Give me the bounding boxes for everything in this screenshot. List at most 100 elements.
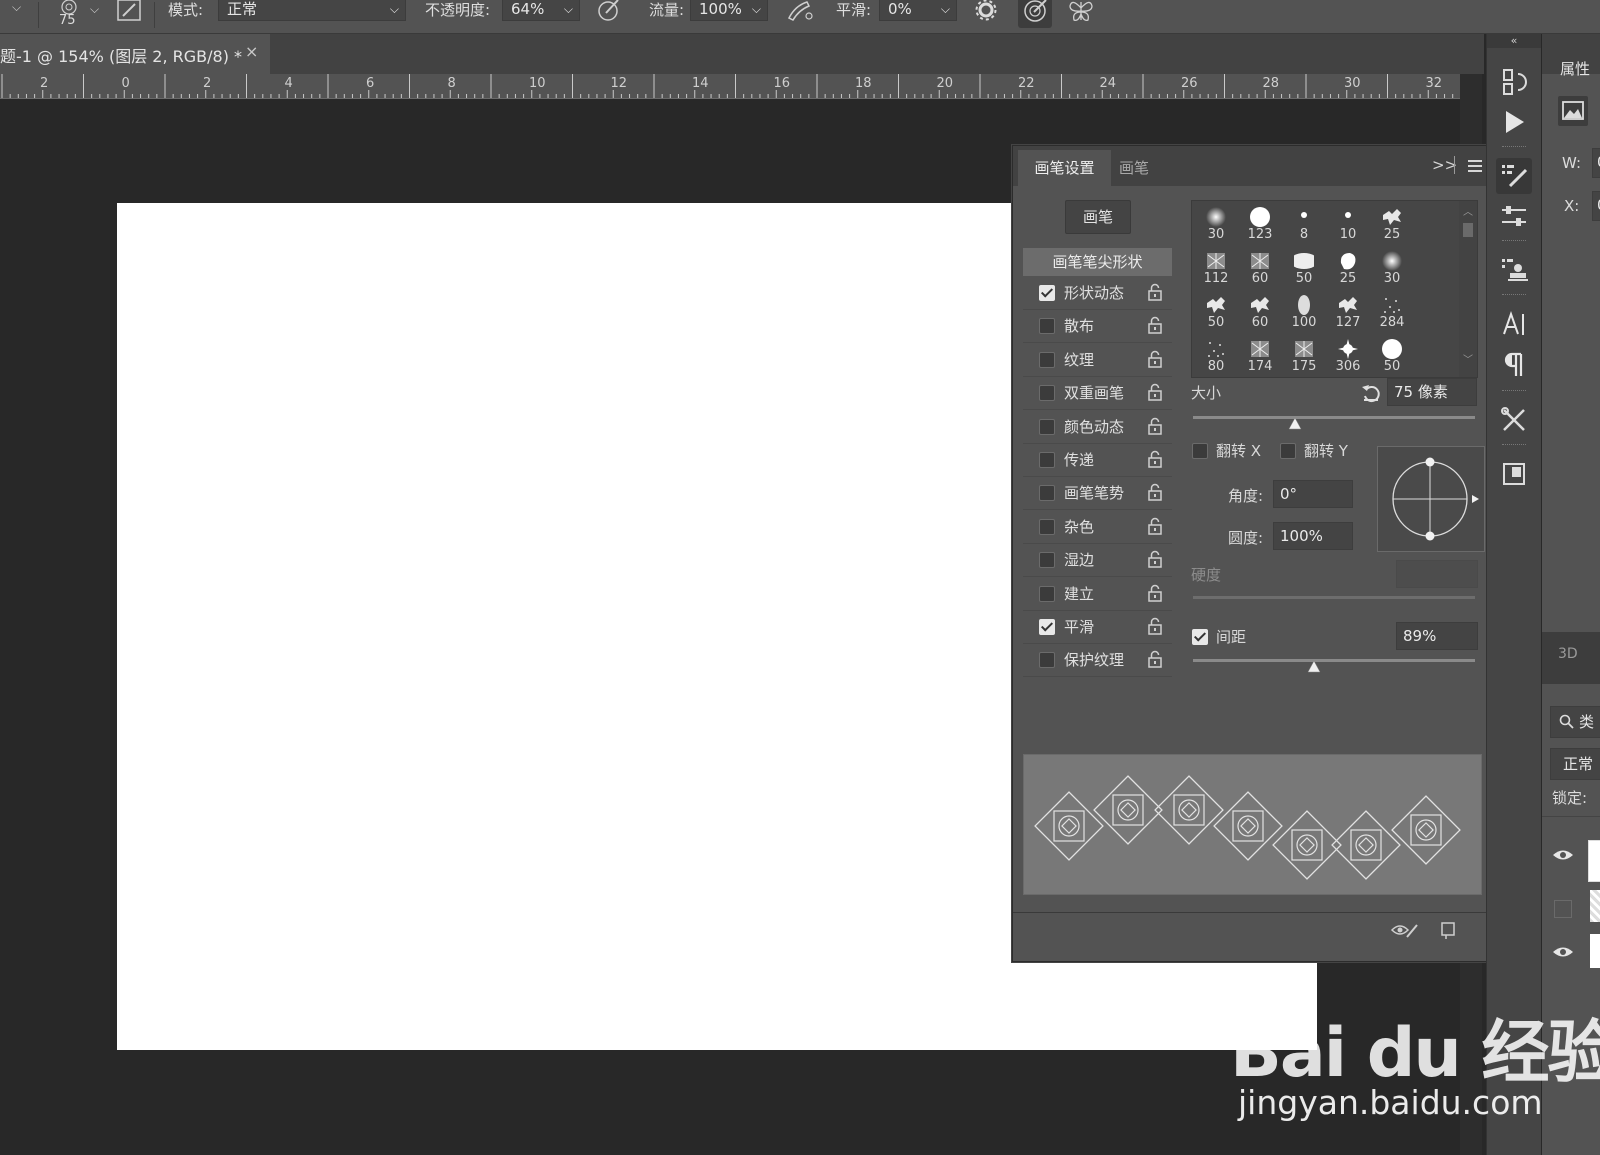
- brush-preset-tile[interactable]: 30: [1370, 247, 1414, 291]
- brush-preset-tile[interactable]: 306: [1326, 335, 1370, 377]
- presets-scrollbar[interactable]: ︿ ﹀: [1459, 201, 1477, 377]
- brush-preset-tile[interactable]: 127: [1326, 291, 1370, 335]
- brushes-button[interactable]: 画笔: [1065, 200, 1131, 234]
- option-checkbox[interactable]: [1039, 485, 1055, 502]
- tab-brushes[interactable]: 画笔: [1119, 150, 1149, 186]
- option-checkbox[interactable]: [1039, 619, 1055, 635]
- width-input[interactable]: 0: [1592, 148, 1600, 178]
- layer-filter-search[interactable]: 类: [1550, 706, 1600, 738]
- spacing-slider-thumb[interactable]: [1307, 661, 1321, 673]
- brush-option-item[interactable]: 双重画笔: [1023, 378, 1172, 408]
- collapse-dock-icon[interactable]: «: [1487, 34, 1541, 48]
- brush-preset-tile[interactable]: 50: [1282, 247, 1326, 291]
- new-brush-preset-button[interactable]: [1438, 919, 1460, 941]
- brush-settings-panel-button[interactable]: [1496, 158, 1532, 194]
- brush-option-item[interactable]: 湿边: [1023, 545, 1172, 575]
- brush-option-item[interactable]: 平滑: [1023, 612, 1172, 642]
- layer-visibility-toggle[interactable]: [1552, 848, 1574, 862]
- layer-thumbnail[interactable]: [1590, 934, 1600, 968]
- option-checkbox[interactable]: [1039, 652, 1055, 669]
- size-slider-track[interactable]: [1193, 416, 1475, 419]
- grip[interactable]: [1502, 390, 1526, 394]
- option-checkbox[interactable]: [1039, 452, 1055, 468]
- opacity-input[interactable]: 64% ⌵: [502, 0, 580, 21]
- scroll-thumb[interactable]: [1463, 223, 1473, 237]
- tab-3d[interactable]: 3D: [1558, 646, 1578, 662]
- brush-option-item[interactable]: 形状动态: [1023, 278, 1172, 308]
- spacing-input[interactable]: 89%: [1396, 622, 1478, 650]
- clone-source-button[interactable]: [1496, 252, 1532, 288]
- chevron-up-icon[interactable]: ︿: [1463, 203, 1473, 218]
- pixel-layer-properties-button[interactable]: [1558, 96, 1588, 126]
- brush-tip-presets[interactable]: 30 123 8 10 25 112 60 50 25 30 50 60 100 127 284 80 174 1…: [1191, 200, 1478, 378]
- toggle-brush-panel-button[interactable]: [116, 0, 144, 24]
- chevron-down-icon[interactable]: ﹀: [1463, 351, 1473, 366]
- lock-icon[interactable]: [1147, 450, 1163, 468]
- tool-presets-button[interactable]: [1496, 402, 1532, 438]
- brush-preset-tile[interactable]: 112: [1194, 247, 1238, 291]
- airbrush-button[interactable]: [785, 0, 815, 24]
- brush-preset-tile[interactable]: 100: [1282, 291, 1326, 335]
- brush-preset-tile[interactable]: 25: [1370, 203, 1414, 247]
- tool-preset-dropdown-icon[interactable]: ⌵: [12, 0, 21, 15]
- lock-icon[interactable]: [1147, 584, 1163, 602]
- symmetry-button[interactable]: [1066, 0, 1096, 26]
- spacing-slider-track[interactable]: [1193, 659, 1475, 662]
- paragraph-panel-button[interactable]: [1496, 346, 1532, 382]
- libraries-panel-button[interactable]: [1496, 456, 1532, 492]
- lock-icon[interactable]: [1147, 316, 1163, 335]
- character-panel-button[interactable]: [1496, 306, 1532, 342]
- flow-input[interactable]: 100% ⌵: [690, 0, 768, 21]
- tab-brush-settings[interactable]: 画笔设置: [1018, 150, 1111, 186]
- reset-size-button[interactable]: [1360, 382, 1382, 404]
- brush-option-item[interactable]: 颜色动态: [1023, 412, 1172, 442]
- grip[interactable]: [1502, 240, 1526, 244]
- brush-preset-tile[interactable]: 8: [1282, 203, 1326, 247]
- angle-roundness-widget[interactable]: [1377, 446, 1485, 552]
- lock-icon[interactable]: [1147, 517, 1163, 535]
- option-checkbox[interactable]: [1039, 351, 1055, 368]
- option-checkbox[interactable]: [1039, 318, 1055, 335]
- brush-option-item[interactable]: 杂色: [1023, 512, 1172, 542]
- brush-option-item[interactable]: 建立: [1023, 579, 1172, 609]
- lock-icon[interactable]: [1147, 283, 1163, 301]
- lock-icon[interactable]: [1147, 550, 1163, 568]
- x-input[interactable]: 0: [1592, 191, 1600, 221]
- brush-preset-tile[interactable]: 50: [1370, 335, 1414, 377]
- brush-preset-tile[interactable]: 284: [1370, 291, 1414, 335]
- option-checkbox[interactable]: [1039, 418, 1055, 435]
- roundness-input[interactable]: 100%: [1273, 522, 1353, 550]
- option-checkbox[interactable]: [1039, 518, 1055, 535]
- lock-icon[interactable]: [1147, 350, 1163, 368]
- opacity-pressure-button[interactable]: [596, 0, 622, 24]
- lock-icon[interactable]: [1147, 617, 1163, 635]
- brush-preset-tile[interactable]: 25: [1326, 247, 1370, 291]
- lock-icon[interactable]: [1147, 483, 1163, 502]
- lock-icon[interactable]: [1147, 650, 1163, 669]
- brush-preset-tile[interactable]: 50: [1194, 291, 1238, 335]
- smoothing-input[interactable]: 0% ⌵: [879, 0, 957, 21]
- blend-mode-select[interactable]: 正常: [1550, 748, 1600, 780]
- brush-preset-dropdown-icon[interactable]: ⌵: [90, 2, 99, 17]
- brush-preset-tile[interactable]: 60: [1238, 247, 1282, 291]
- brush-preset-tile[interactable]: 123: [1238, 203, 1282, 247]
- lock-icon[interactable]: [1147, 417, 1163, 435]
- brush-option-item[interactable]: 散布: [1023, 311, 1172, 341]
- grip[interactable]: [1502, 294, 1526, 298]
- brush-presets-button[interactable]: [1496, 198, 1532, 234]
- flip-x-checkbox[interactable]: [1192, 443, 1208, 459]
- layer-visibility-toggle[interactable]: [1552, 945, 1574, 959]
- grip[interactable]: [1502, 444, 1526, 448]
- option-checkbox[interactable]: [1039, 285, 1055, 301]
- history-panel-button[interactable]: [1496, 64, 1532, 100]
- spacing-checkbox[interactable]: [1192, 629, 1208, 645]
- actions-panel-button[interactable]: [1496, 104, 1532, 140]
- flip-y-checkbox[interactable]: [1280, 443, 1296, 459]
- smoothing-options-button[interactable]: [974, 0, 998, 24]
- brush-option-item[interactable]: 纹理: [1023, 345, 1172, 375]
- document-tab[interactable]: 题-1 @ 154% (图层 2, RGB/8) * ×: [0, 34, 270, 74]
- brush-preset-picker[interactable]: 75: [52, 0, 86, 32]
- brush-preset-tile[interactable]: 174: [1238, 335, 1282, 377]
- angle-input[interactable]: 0°: [1273, 480, 1353, 508]
- size-pressure-button[interactable]: [1018, 0, 1052, 28]
